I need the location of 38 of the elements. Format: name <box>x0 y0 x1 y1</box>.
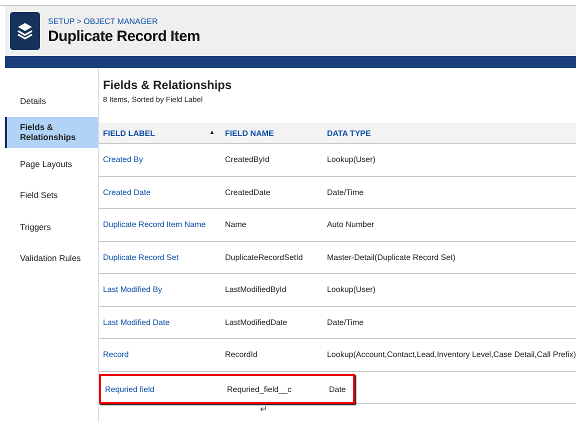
table-cell: Name <box>224 220 246 230</box>
table-cell: Lookup(Account,Contact,Lead,Inventory Level,Case Detail,Call Prefix) <box>326 350 576 360</box>
sidebar-item[interactable]: Page Layouts <box>5 148 98 180</box>
column-header[interactable]: FIELD NAME <box>224 128 274 138</box>
section-title: Fields & Relationships <box>102 77 233 92</box>
sidebar-item[interactable]: Details <box>5 85 98 116</box>
field-label-link[interactable]: Created By <box>102 155 143 164</box>
sidebar-item[interactable]: Field Sets <box>5 180 98 211</box>
table-cell: Lookup(User) <box>326 155 376 164</box>
table-cell: Requried_field__c <box>226 384 292 394</box>
sidebar-item[interactable]: Fields & Relationships <box>5 116 98 148</box>
table-cell: Date/Time <box>326 188 364 197</box>
table-cell: Date/Time <box>326 318 364 327</box>
field-label-link[interactable]: Duplicate Record Set <box>102 252 179 262</box>
table-cell: LastModifiedDate <box>224 318 288 327</box>
table-cell: Date <box>328 384 346 394</box>
table-cell: RecordId <box>224 350 258 360</box>
field-label-link[interactable]: Created Date <box>102 188 151 197</box>
table-cell: LastModifiedById <box>224 285 286 294</box>
page-title: Duplicate Record Item <box>48 28 200 45</box>
field-label-link[interactable]: Last Modified Date <box>102 318 170 327</box>
table-cell: Auto Number <box>326 220 374 230</box>
field-label-link[interactable]: Record <box>102 350 129 360</box>
field-label-link[interactable]: Duplicate Record Item Name <box>102 220 206 230</box>
table-cell: Lookup(User) <box>326 285 376 294</box>
column-header[interactable]: DATA TYPE <box>326 128 371 138</box>
column-header[interactable]: FIELD LABEL <box>102 128 155 138</box>
table-cell: Master-Detail(Duplicate Record Set) <box>326 252 456 262</box>
sidebar-item[interactable]: Triggers <box>5 211 98 242</box>
field-label-link[interactable]: Requried field <box>104 384 154 394</box>
breadcrumb-link[interactable]: SETUP > OBJECT MANAGER <box>48 17 200 26</box>
field-label-link[interactable]: Last Modified By <box>102 285 162 294</box>
table-cell: DuplicateRecordSetId <box>224 252 303 262</box>
sidebar-item[interactable]: Validation Rules <box>5 242 98 274</box>
stacked-layers-icon <box>17 22 33 40</box>
table-cell: CreatedById <box>224 155 270 164</box>
table-cell: CreatedDate <box>224 188 270 197</box>
paragraph-mark: ↵ <box>260 404 268 414</box>
